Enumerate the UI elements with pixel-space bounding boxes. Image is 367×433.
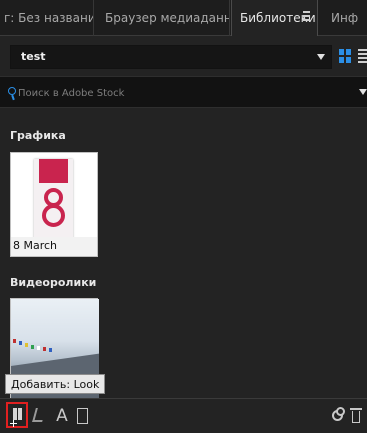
list-view-icon[interactable] [358, 49, 367, 63]
section-title-videos: Видеоролики [10, 276, 97, 289]
add-brush-icon [32, 408, 46, 422]
add-brush-button[interactable] [30, 405, 50, 427]
asset-card-8-march[interactable]: 8 March [10, 152, 98, 257]
tooltip: Добавить: Look [5, 374, 106, 394]
panel-tab-bar: г: Без названия Браузер медиаданных Библ… [0, 0, 367, 36]
library-select-value: test [21, 50, 46, 63]
asset-label: 8 March [13, 239, 58, 252]
panel-menu-icon[interactable] [303, 10, 313, 24]
add-style-icon [77, 408, 88, 424]
tab-label: г: Без названия [4, 11, 94, 25]
tab-project[interactable]: г: Без названия [0, 0, 94, 36]
add-look-button[interactable] [6, 402, 28, 428]
search-input[interactable] [18, 83, 348, 103]
add-look-icon [13, 408, 22, 420]
chevron-down-icon [317, 54, 325, 60]
plus-icon [10, 420, 17, 427]
sync-icon[interactable] [329, 405, 349, 427]
library-select[interactable]: test [10, 45, 332, 69]
tab-label: Браузер медиаданных [105, 11, 229, 25]
tab-label: Инф [331, 11, 359, 25]
poster-graphic [34, 159, 73, 237]
grid-view-icon[interactable] [339, 49, 351, 63]
bottom-toolbar: A [0, 398, 367, 433]
asset-thumbnail [11, 153, 97, 237]
library-content: Графика 8 March Видеоролики Г... [0, 108, 367, 398]
section-title-graphics: Графика [10, 129, 66, 142]
add-style-button[interactable] [74, 405, 94, 427]
tab-info[interactable]: Инф [319, 0, 367, 36]
tab-media-browser[interactable]: Браузер медиаданных [95, 0, 230, 36]
stock-search-bar [0, 76, 367, 108]
search-icon [8, 87, 16, 95]
add-text-button[interactable]: A [52, 405, 72, 427]
trash-icon[interactable] [348, 405, 367, 427]
chevron-down-icon[interactable] [359, 89, 367, 95]
